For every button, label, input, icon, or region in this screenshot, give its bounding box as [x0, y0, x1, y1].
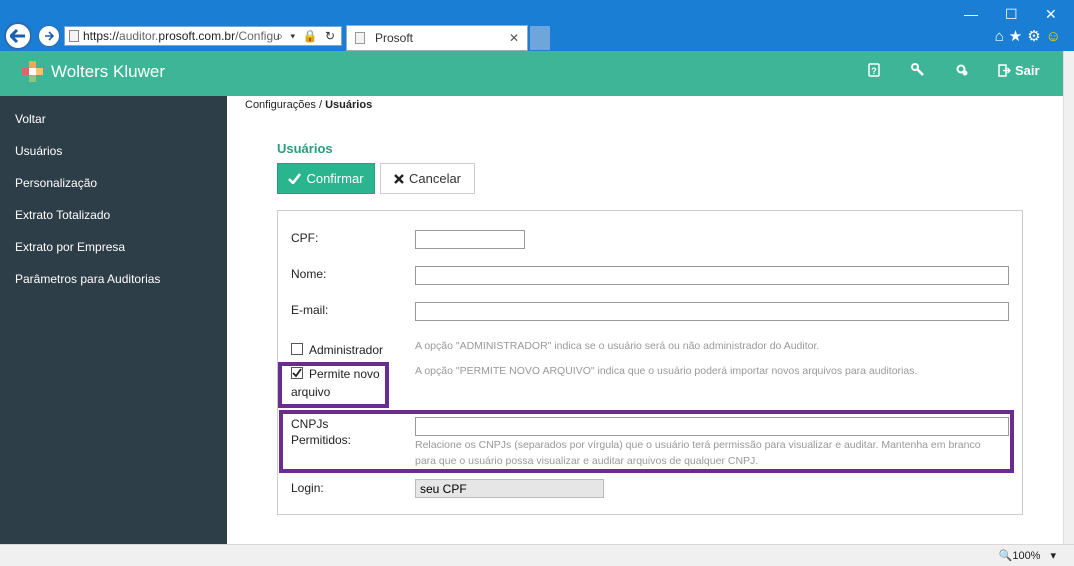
address-bar[interactable]: https://auditor.prosoft.com.br/Configu ⌕… — [64, 26, 342, 46]
tab-close-icon[interactable]: ✕ — [509, 31, 519, 45]
zoom-dropdown-icon[interactable]: ▾ — [1050, 549, 1056, 562]
nome-label: Nome: — [291, 267, 327, 281]
administrador-label[interactable]: Administrador — [309, 343, 383, 357]
sidebar: Voltar Usuários Personalização Extrato T… — [0, 96, 227, 544]
zoom-control[interactable]: 🔍100% ▾ — [999, 549, 1056, 562]
login-input — [415, 479, 604, 498]
address-tools-icon[interactable]: ⌕ ▾ 🔒 ↻ — [276, 29, 337, 44]
checkmark-icon — [288, 173, 302, 184]
administrador-help: A opção "ADMINISTRADOR" indica se o usuá… — [415, 340, 820, 352]
page-title: Usuários — [277, 141, 333, 156]
breadcrumb: Configurações / Usuários — [245, 99, 373, 111]
settings-icon[interactable] — [955, 63, 969, 80]
browser-statusbar: 🔍100% ▾ — [0, 544, 1074, 566]
login-label: Login: — [291, 481, 324, 495]
confirm-button[interactable]: Confirmar — [277, 163, 375, 194]
back-button[interactable] — [4, 22, 32, 50]
close-icon — [394, 173, 404, 184]
settings-gear-icon[interactable]: ⚙ — [1027, 28, 1045, 45]
tools-wrench-icon[interactable] — [911, 63, 925, 80]
breadcrumb-current: Usuários — [325, 99, 373, 111]
administrador-checkbox[interactable] — [291, 343, 303, 355]
brand-name: Wolters Kluwer — [51, 62, 165, 81]
wolters-kluwer-logo-icon — [22, 61, 44, 83]
cancel-button[interactable]: Cancelar — [380, 163, 475, 194]
sidebar-item-voltar[interactable]: Voltar — [15, 112, 46, 126]
minimize-button[interactable]: — — [964, 6, 978, 22]
zoom-icon: 🔍 — [998, 550, 1013, 562]
permite-novo-arquivo-help: A opção "PERMITE NOVO ARQUIVO" indica qu… — [415, 365, 918, 377]
home-icon[interactable]: ⌂ — [995, 28, 1009, 45]
help-icon[interactable]: ? — [868, 63, 880, 80]
maximize-button[interactable]: ☐ — [1005, 6, 1018, 23]
app-header: Wolters Kluwer ? Sair — [0, 51, 1063, 96]
cpf-input[interactable] — [415, 230, 525, 249]
logout-button[interactable]: Sair — [998, 63, 1040, 78]
logout-icon — [998, 64, 1011, 77]
page-scrollbar[interactable] — [1063, 51, 1074, 544]
logout-label: Sair — [1015, 63, 1040, 78]
sidebar-item-parametros-auditorias[interactable]: Parâmetros para Auditorias — [15, 272, 160, 286]
forward-button[interactable] — [38, 25, 60, 47]
browser-titlebar: https://auditor.prosoft.com.br/Configu ⌕… — [0, 0, 1074, 51]
arrow-left-icon — [10, 29, 25, 43]
sidebar-item-usuarios[interactable]: Usuários — [15, 144, 62, 158]
address-url: https://auditor.prosoft.com.br/Configu — [83, 29, 280, 43]
email-input[interactable] — [415, 302, 1009, 321]
zoom-level: 100% — [1012, 550, 1041, 562]
sidebar-item-extrato-por-empresa[interactable]: Extrato por Empresa — [15, 240, 125, 254]
confirm-label: Confirmar — [306, 171, 364, 186]
sidebar-item-extrato-totalizado[interactable]: Extrato Totalizado — [15, 208, 110, 222]
nome-input[interactable] — [415, 266, 1009, 285]
favorites-star-icon[interactable]: ★ — [1009, 28, 1027, 45]
feedback-smile-icon[interactable]: ☺ — [1046, 28, 1066, 45]
tab-title: Prosoft — [375, 31, 414, 45]
window-close-button[interactable]: ✕ — [1045, 6, 1057, 23]
cpf-label: CPF: — [291, 231, 319, 245]
page-icon — [69, 30, 79, 42]
new-tab-button[interactable] — [530, 26, 550, 50]
brand-logo[interactable]: Wolters Kluwer — [22, 61, 165, 83]
permite-novo-arquivo-highlight — [278, 362, 389, 408]
browser-tab[interactable]: Prosoft ✕ — [346, 25, 528, 51]
tab-page-icon — [355, 32, 365, 44]
browser-toolbar-icons: ⌂★⚙☺ — [995, 27, 1066, 45]
sidebar-item-personalizacao[interactable]: Personalização — [15, 176, 97, 190]
cnpjs-permitidos-highlight — [279, 410, 1014, 473]
svg-text:?: ? — [871, 66, 877, 76]
cancel-label: Cancelar — [408, 171, 462, 186]
email-label: E-mail: — [291, 303, 329, 317]
arrow-right-icon — [45, 31, 54, 41]
